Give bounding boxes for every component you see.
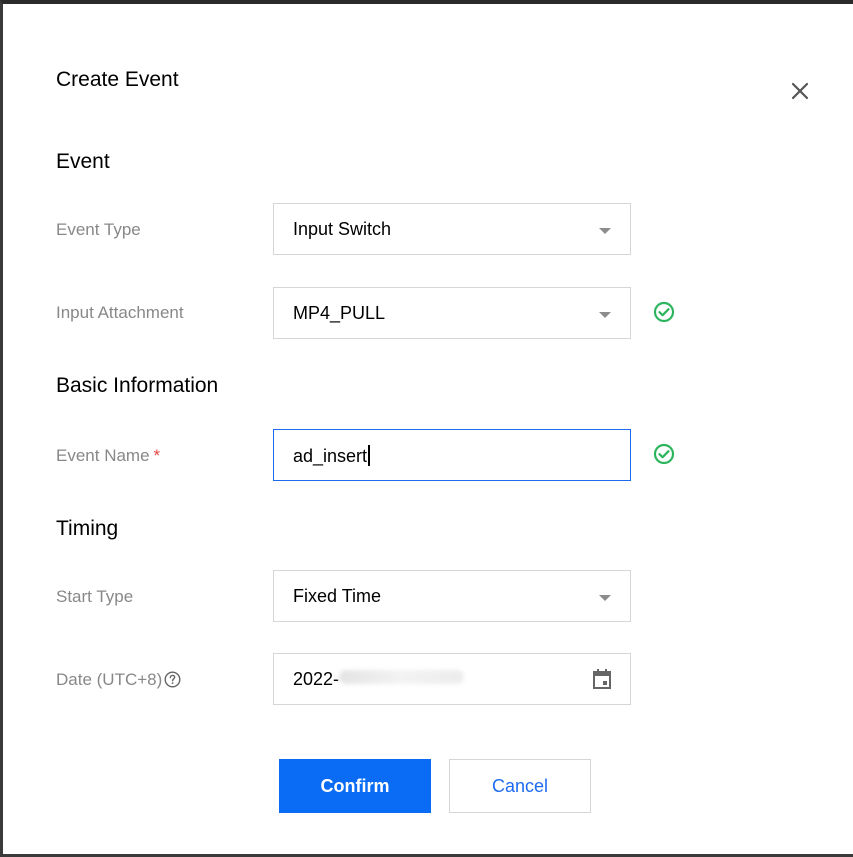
- event-name-text: ad_insert: [293, 446, 368, 466]
- input-attachment-label: Input Attachment: [56, 303, 184, 322]
- event-name-input[interactable]: ad_insert: [273, 429, 631, 481]
- required-mark: *: [153, 446, 161, 465]
- screenshot-frame: Create Event Event Event Type Input Swit…: [0, 0, 853, 857]
- chevron-down-icon: [599, 312, 611, 318]
- cancel-button[interactable]: Cancel: [449, 759, 591, 813]
- event-name-label: Event Name *: [56, 446, 160, 466]
- event-name-value: ad_insert: [293, 445, 371, 467]
- section-heading-event: Event: [56, 150, 110, 173]
- check-circle-icon: [653, 301, 675, 323]
- input-attachment-select[interactable]: MP4_PULL: [273, 287, 631, 339]
- confirm-button[interactable]: Confirm: [279, 759, 431, 813]
- redacted-date-remainder: [339, 670, 465, 684]
- section-heading-timing: Timing: [56, 517, 119, 540]
- event-type-value: Input Switch: [293, 219, 392, 239]
- start-type-label: Start Type: [56, 587, 134, 606]
- chevron-down-icon: [599, 228, 611, 234]
- event-type-select[interactable]: Input Switch: [273, 203, 631, 255]
- chevron-down-icon: [599, 595, 611, 601]
- start-type-value: Fixed Time: [293, 586, 382, 606]
- create-event-dialog: Create Event Event Event Type Input Swit…: [11, 10, 846, 850]
- text-cursor: [368, 445, 371, 466]
- date-input[interactable]: 2022-: [273, 653, 631, 705]
- date-label-text: Date (UTC+8): [56, 670, 163, 689]
- event-type-label: Event Type: [56, 220, 141, 239]
- calendar-icon[interactable]: [592, 668, 612, 690]
- date-label: Date (UTC+8): [56, 670, 181, 690]
- start-type-select[interactable]: Fixed Time: [273, 570, 631, 622]
- input-attachment-value: MP4_PULL: [293, 303, 386, 323]
- close-icon[interactable]: [787, 78, 813, 104]
- section-heading-basic-information: Basic Information: [56, 374, 219, 397]
- dialog-title: Create Event: [56, 68, 179, 91]
- question-circle-icon[interactable]: [164, 671, 181, 688]
- check-circle-icon: [653, 443, 675, 465]
- date-value-text: 2022-: [293, 669, 340, 689]
- event-name-label-text: Event Name: [56, 446, 150, 465]
- date-value: 2022-: [293, 669, 465, 690]
